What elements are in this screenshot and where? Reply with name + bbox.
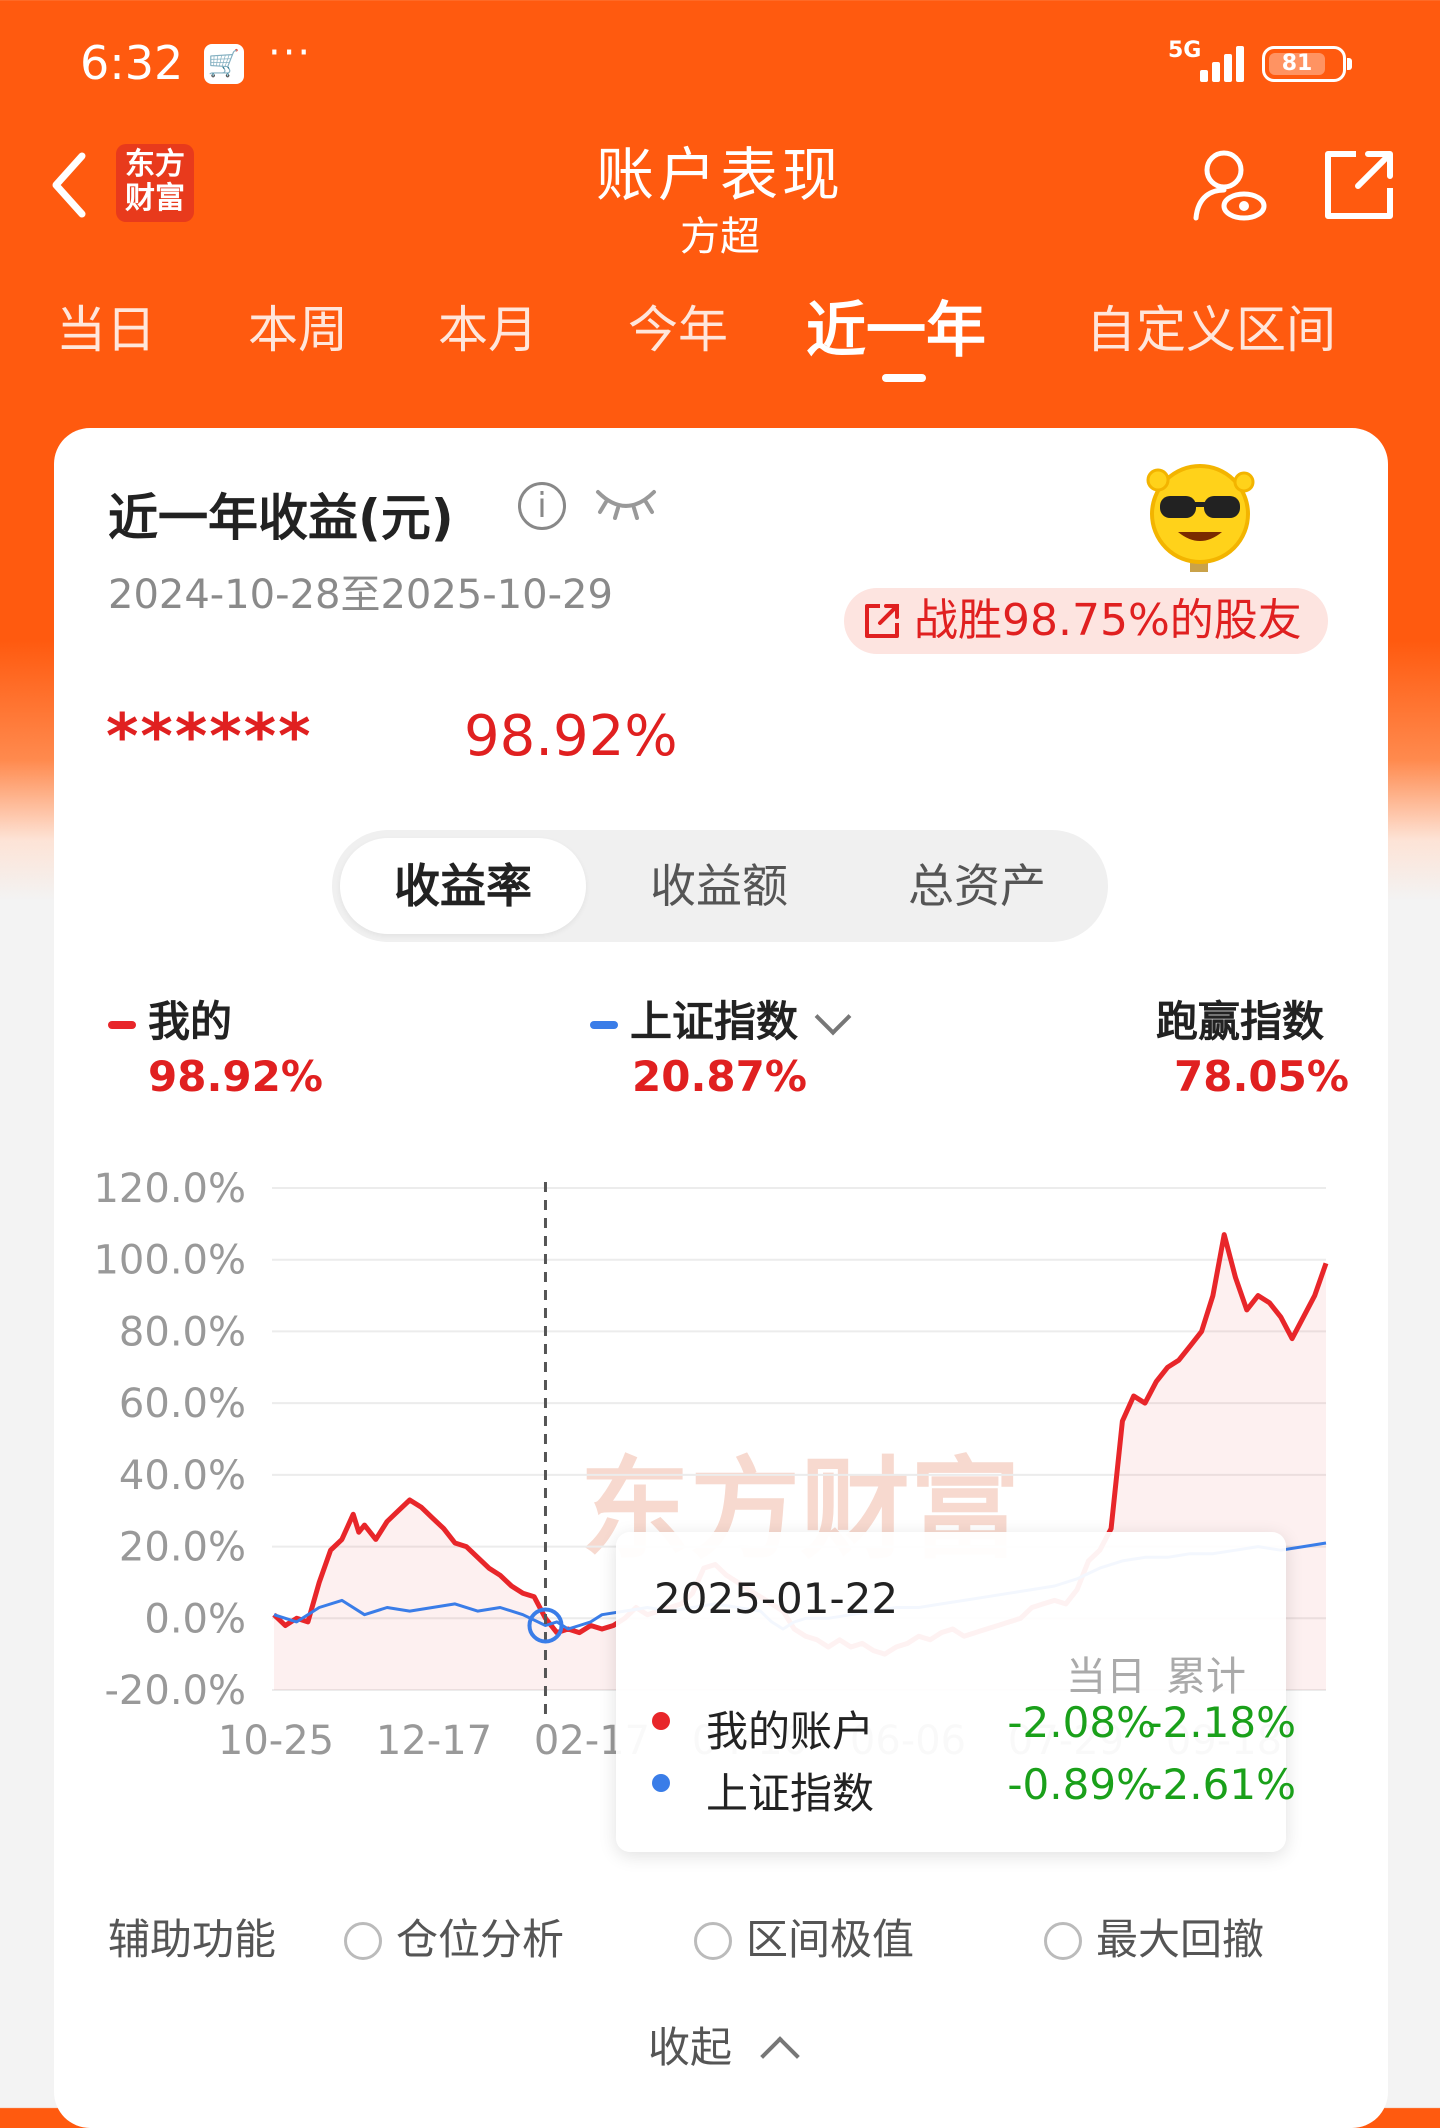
legend-index-value: 20.87% <box>632 1052 807 1101</box>
tooltip-date: 2025-01-22 <box>654 1574 899 1623</box>
active-tab-indicator <box>882 374 926 382</box>
tooltip-row-total: -2.18% <box>1147 1698 1296 1747</box>
hide-amount-eye-icon[interactable] <box>594 484 658 520</box>
legend-beat-value: 78.05% <box>1174 1052 1349 1101</box>
y-tick-label: 80.0% <box>119 1309 246 1355</box>
y-tick-label: 0.0% <box>144 1596 246 1642</box>
status-time: 6:32 <box>80 36 184 90</box>
blue-line-marker <box>590 1020 618 1029</box>
segment-total-assets[interactable]: 总资产 <box>854 838 1100 934</box>
y-tick-label: 60.0% <box>119 1381 246 1427</box>
total-return-rate: 98.92% <box>464 704 678 769</box>
signal-icon <box>1200 44 1250 82</box>
tab-this-month[interactable]: 本月 <box>438 290 538 362</box>
shopping-cart-icon: 🛒 <box>204 44 244 84</box>
beat-percentage-badge[interactable]: 战胜98.75%的股友 <box>844 588 1328 654</box>
tooltip-row-name: 上证指数 <box>706 1769 875 1818</box>
chart-tooltip: 2025-01-22 当日 累计 我的账户 -2.08% -2.18% 上证指数… <box>616 1532 1296 1852</box>
x-tick-label: 10-25 <box>218 1718 334 1764</box>
user-privacy-icon[interactable] <box>1190 146 1270 226</box>
tooltip-row-mine: 我的账户 -2.08% -2.18% <box>616 1692 1296 1756</box>
segment-return-amount[interactable]: 收益额 <box>596 838 842 934</box>
tab-custom-range[interactable]: 自定义区间 <box>1086 290 1336 362</box>
more-notifications-icon: ··· <box>268 30 313 76</box>
battery-icon: 81 <box>1262 46 1352 82</box>
legend-mine: 我的 <box>108 988 232 1049</box>
radio-icon <box>344 1922 382 1960</box>
tooltip-row-name: 我的账户 <box>706 1707 875 1756</box>
sunglasses-emoji-mascot-icon <box>1146 464 1255 572</box>
legend-beat-index: 跑赢指数 <box>1156 997 1325 1046</box>
x-tick-label: 12-17 <box>376 1718 492 1764</box>
share-icon[interactable] <box>1322 148 1396 222</box>
tooltip-row-total: -2.61% <box>1147 1760 1296 1809</box>
option-range-extremes[interactable]: 区间极值 <box>694 1906 914 1967</box>
segment-return-rate[interactable]: 收益率 <box>340 838 586 934</box>
tab-this-year[interactable]: 今年 <box>628 290 728 362</box>
beat-percentage-text: 战胜98.75%的股友 <box>914 595 1302 646</box>
tab-last-year[interactable]: 近一年 <box>806 282 986 369</box>
battery-level: 81 <box>1269 53 1325 75</box>
auxiliary-functions: 辅助功能 仓位分析 区间极值 最大回撤 <box>54 1898 1388 1968</box>
network-label: 5G <box>1168 38 1202 63</box>
chevron-up-icon <box>760 2036 800 2076</box>
radio-icon <box>694 1922 732 1960</box>
tab-this-week[interactable]: 本周 <box>248 290 348 362</box>
collapse-label: 收起 <box>647 2023 732 2072</box>
legend-index-selector[interactable]: 上证指数 <box>590 988 852 1049</box>
y-tick-label: 40.0% <box>119 1453 246 1499</box>
y-tick-label: 120.0% <box>93 1166 246 1212</box>
top-navbar: 东方财富 账户表现 方超 <box>0 120 1440 270</box>
share-small-icon <box>865 604 899 638</box>
y-tick-label: -20.0% <box>104 1668 246 1714</box>
tooltip-row-index: 上证指数 -0.89% -2.61% <box>616 1754 1296 1818</box>
collapse-button[interactable]: 收起 <box>54 2014 1388 2076</box>
option-max-drawdown[interactable]: 最大回撤 <box>1044 1906 1264 1967</box>
legend-mine-value: 98.92% <box>148 1052 323 1101</box>
chevron-down-icon <box>814 998 852 1036</box>
period-tabs: 当日 本周 本月 今年 近一年 自定义区间 <box>0 290 1440 390</box>
status-bar: 6:32 🛒 ··· 5G 81 <box>0 0 1440 130</box>
date-range: 2024-10-28至2025-10-29 <box>108 572 613 618</box>
tab-today[interactable]: 当日 <box>56 290 156 362</box>
y-tick-label: 20.0% <box>119 1525 246 1571</box>
masked-profit-amount: ****** <box>106 700 313 773</box>
info-icon[interactable]: i <box>518 482 566 530</box>
aux-label: 辅助功能 <box>108 1915 277 1964</box>
card-title: 近一年收益(元) <box>108 489 454 547</box>
y-tick-label: 100.0% <box>93 1238 246 1284</box>
radio-icon <box>1044 1922 1082 1960</box>
blue-dot-icon <box>652 1774 670 1792</box>
red-dot-icon <box>652 1712 670 1730</box>
red-line-marker <box>108 1020 136 1029</box>
performance-card: 近一年收益(元) i 2024-10-28至2025-10-29 战胜98.75… <box>54 428 1388 2128</box>
option-position-analysis[interactable]: 仓位分析 <box>344 1906 564 1967</box>
metric-segment-control: 收益率 收益额 总资产 <box>332 830 1108 942</box>
